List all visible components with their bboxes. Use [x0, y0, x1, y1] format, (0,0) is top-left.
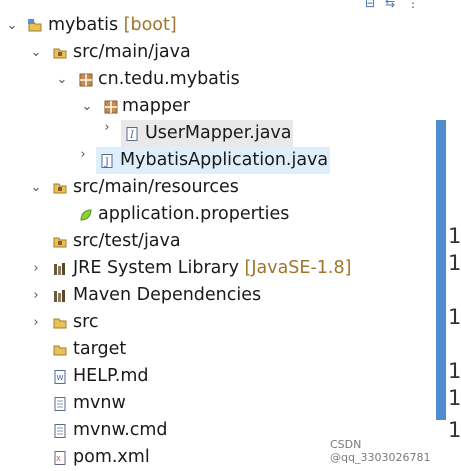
tree-item-label: application.properties — [98, 204, 290, 224]
tree-item-label: mvnw.cmd — [73, 420, 168, 440]
tree-item-label: src/main/java — [73, 42, 191, 62]
scrollbar[interactable] — [436, 120, 446, 420]
tree-item-source-folder-main-java[interactable]: ⌄ src/main/java — [0, 39, 220, 66]
tree-item-label: src/main/resources — [73, 177, 239, 197]
text-file-icon — [54, 397, 66, 411]
folder-icon — [53, 345, 67, 356]
tree-item-label: src — [73, 312, 99, 332]
tree-item-decoration: [JavaSE-1.8] — [238, 258, 352, 278]
tree-item-label: UserMapper.java — [145, 123, 292, 143]
tree-item-source-folder-test-java[interactable]: src/test/java — [0, 228, 200, 255]
source-folder-icon — [53, 183, 67, 194]
tree-item-folder-src[interactable]: › src — [0, 309, 140, 336]
line-number: 1 — [448, 224, 461, 248]
tree-item-pom-xml[interactable]: X pom.xml — [0, 444, 180, 471]
package-explorer-tree: ⌄ mybatis [boot] ⌄ src/main/java ⌄ cn.te… — [0, 0, 432, 467]
chevron-right-icon[interactable]: › — [100, 120, 114, 147]
tree-item-folder-target[interactable]: target — [0, 336, 160, 363]
chevron-right-icon[interactable]: › — [29, 309, 43, 336]
tree-item-label: target — [73, 339, 127, 359]
tree-item-mvnw-cmd[interactable]: mvnw.cmd — [0, 417, 180, 444]
tree-item-label: JRE System Library — [73, 258, 239, 278]
tree-item-label: Maven Dependencies — [73, 285, 262, 305]
tree-item-label: HELP.md — [73, 366, 149, 386]
tree-item-source-folder-main-resources[interactable]: ⌄ src/main/resources — [0, 174, 240, 201]
xml-file-icon: X — [54, 451, 66, 465]
tree-item-label: pom.xml — [73, 447, 150, 467]
source-folder-icon — [53, 48, 67, 59]
chevron-down-icon[interactable]: ⌄ — [29, 39, 43, 66]
chevron-right-icon[interactable]: › — [76, 147, 90, 174]
chevron-down-icon[interactable]: ⌄ — [29, 174, 43, 201]
package-icon — [79, 73, 93, 87]
tree-item-label: src/test/java — [73, 231, 181, 251]
line-number: 1 — [448, 305, 461, 329]
interface-file-icon: I — [126, 127, 138, 141]
tree-item-package-cn-tedu-mybatis[interactable]: ⌄ cn.tedu.mybatis — [0, 66, 240, 93]
markdown-file-icon: W — [54, 370, 66, 384]
watermark-text: CSDN @qq_3303026781 — [330, 438, 431, 464]
properties-file-icon — [80, 209, 92, 221]
tree-item-label: mapper — [122, 96, 190, 116]
tree-item-package-mapper[interactable]: ⌄ mapper — [0, 93, 200, 120]
java-file-icon: J — [101, 154, 113, 168]
tree-item-decoration: [boot] — [118, 15, 177, 35]
chevron-right-icon[interactable]: › — [29, 255, 43, 282]
tree-item-maven-dependencies[interactable]: › Maven Dependencies — [0, 282, 280, 309]
tree-item-application-properties[interactable]: application.properties — [0, 201, 290, 228]
tree-item-usermapper-java[interactable]: I UserMapper.java — [121, 120, 293, 147]
tree-item-label: mvnw — [73, 393, 126, 413]
editor-overview-ruler: 1 1 1 1 1 1 — [436, 120, 461, 462]
library-icon — [54, 290, 65, 302]
chevron-down-icon[interactable]: ⌄ — [5, 12, 19, 39]
tree-item-mvnw[interactable]: mvnw — [0, 390, 160, 417]
tree-item-help-md[interactable]: W HELP.md — [0, 363, 180, 390]
line-number: 1 — [448, 251, 461, 275]
tree-item-label: MybatisApplication.java — [120, 150, 329, 170]
tree-item-label: mybatis — [48, 15, 119, 35]
chevron-down-icon[interactable]: ⌄ — [55, 66, 69, 93]
chevron-right-icon[interactable]: › — [29, 282, 43, 309]
text-file-icon — [54, 424, 66, 438]
folder-icon — [53, 318, 67, 329]
svg-text:W: W — [57, 374, 64, 382]
tree-item-mybatisapplication-java[interactable]: J MybatisApplication.java — [96, 147, 330, 174]
library-icon — [54, 263, 65, 275]
tree-item-project[interactable]: ⌄ mybatis [boot] — [0, 12, 200, 39]
chevron-down-icon[interactable]: ⌄ — [80, 93, 94, 120]
svg-text:J: J — [104, 157, 109, 168]
tree-item-label: cn.tedu.mybatis — [98, 69, 240, 89]
line-number: 1 — [448, 386, 461, 410]
line-number: 1 — [448, 359, 461, 383]
source-folder-icon — [53, 237, 67, 248]
package-icon — [104, 100, 118, 114]
project-icon — [28, 19, 42, 32]
tree-item-jre-system-library[interactable]: › JRE System Library [JavaSE-1.8] — [0, 255, 360, 282]
